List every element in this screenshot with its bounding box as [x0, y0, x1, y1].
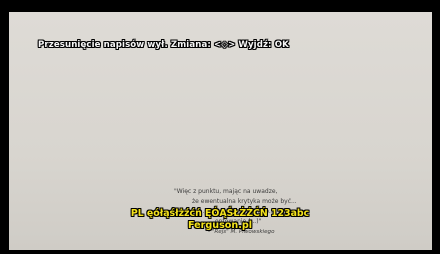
subtitle-offset-osd: Przesunięcie napisów wył. Zmiana: <◇> Wy…	[38, 40, 289, 50]
subtitle-overlay: PL ęółąśłżźćń ĘÓĄŚŁŻŹĆŃ 123abc Ferguson.…	[70, 208, 370, 232]
subtitle-line-2: Ferguson.pl	[187, 220, 253, 231]
tv-screen: Przesunięcie napisów wył. Zmiana: <◇> Wy…	[0, 0, 440, 254]
quote-line-1: "Więc z punktu, mając na uwadze,	[174, 188, 278, 195]
quote-line-2: że ewentualna krytyka może być...	[192, 198, 297, 205]
subtitle-line-1: PL ęółąśłżźćń ĘÓĄŚŁŻŹĆŃ 123abc	[130, 208, 310, 219]
